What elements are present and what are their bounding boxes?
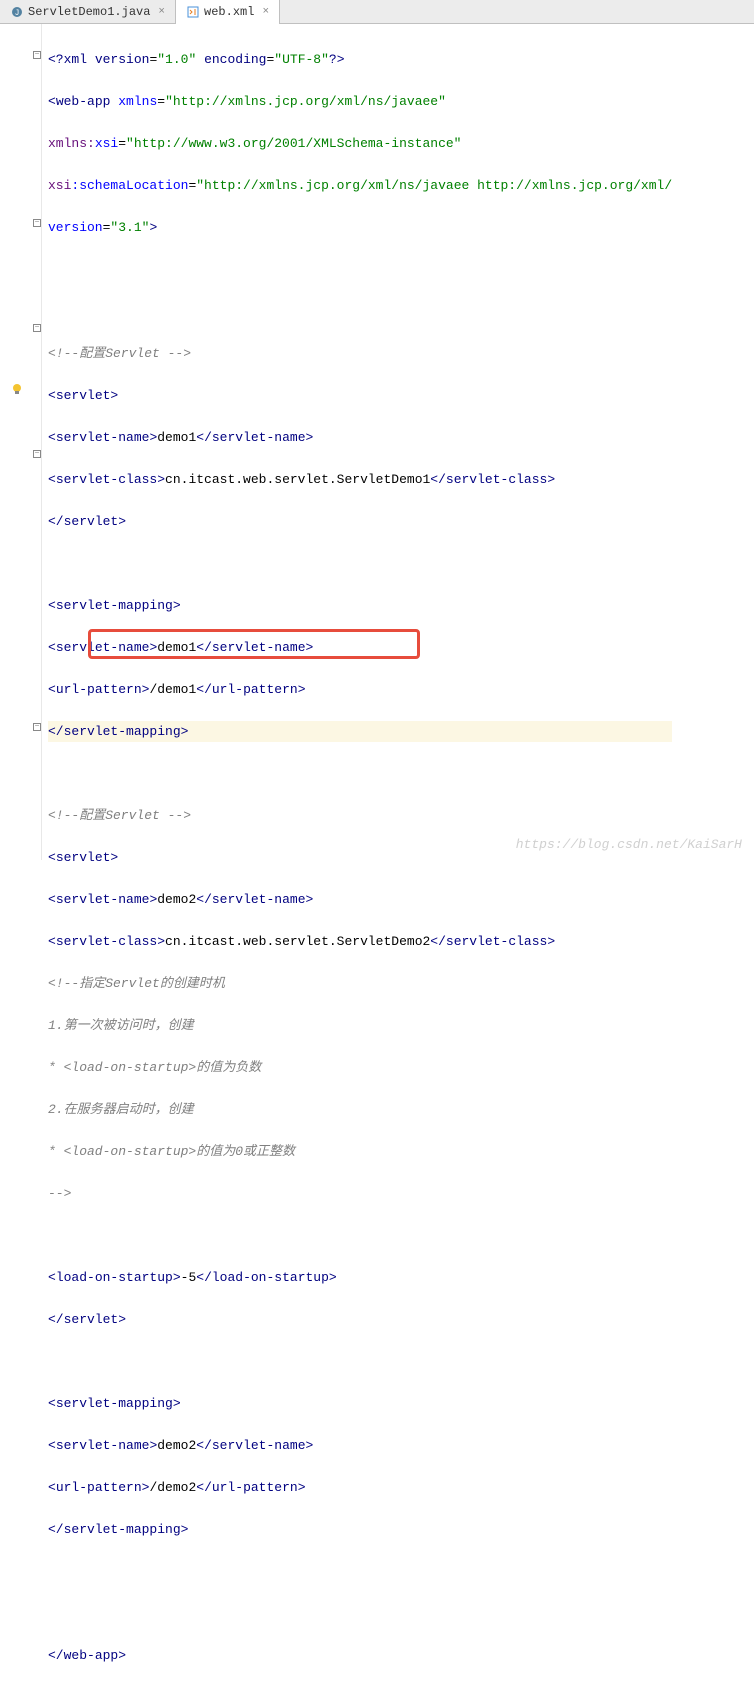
fold-toggle-icon[interactable]: − bbox=[33, 219, 41, 227]
code-editor[interactable]: − − − − − <?xml version="1.0" encoding="… bbox=[0, 24, 754, 860]
xml-decl: <? bbox=[48, 49, 64, 70]
web-app-tag: web-app bbox=[56, 91, 111, 112]
xml-icon bbox=[186, 5, 200, 19]
code-area[interactable]: <?xml version="1.0" encoding="UTF-8"?> <… bbox=[42, 24, 672, 860]
gutter bbox=[0, 24, 32, 860]
svg-text:J: J bbox=[15, 9, 20, 18]
tab-webxml[interactable]: web.xml × bbox=[176, 0, 280, 24]
servlet-tag: servlet bbox=[56, 385, 111, 406]
editor-tabs: J ServletDemo1.java × web.xml × bbox=[0, 0, 754, 24]
close-icon[interactable]: × bbox=[158, 6, 165, 18]
comment: <!--配置Servlet --> bbox=[48, 343, 191, 364]
comment: <!--配置Servlet --> bbox=[48, 805, 191, 826]
fold-toggle-icon[interactable]: − bbox=[33, 723, 41, 731]
tab-label: web.xml bbox=[204, 5, 254, 19]
fold-toggle-icon[interactable]: − bbox=[33, 324, 41, 332]
tab-servletdemo1[interactable]: J ServletDemo1.java × bbox=[0, 0, 176, 24]
fold-toggle-icon[interactable]: − bbox=[33, 450, 41, 458]
close-icon[interactable]: × bbox=[262, 6, 269, 18]
tab-label: ServletDemo1.java bbox=[28, 5, 150, 19]
lightbulb-icon[interactable] bbox=[10, 382, 24, 396]
comment: <!--指定Servlet的创建时机 bbox=[48, 973, 225, 994]
fold-toggle-icon[interactable]: − bbox=[33, 51, 41, 59]
fold-stripe: − − − − − bbox=[32, 24, 42, 860]
load-on-startup-tag: load-on-startup bbox=[56, 1267, 173, 1288]
servlet-mapping-tag: servlet-mapping bbox=[56, 595, 173, 616]
java-icon: J bbox=[10, 5, 24, 19]
